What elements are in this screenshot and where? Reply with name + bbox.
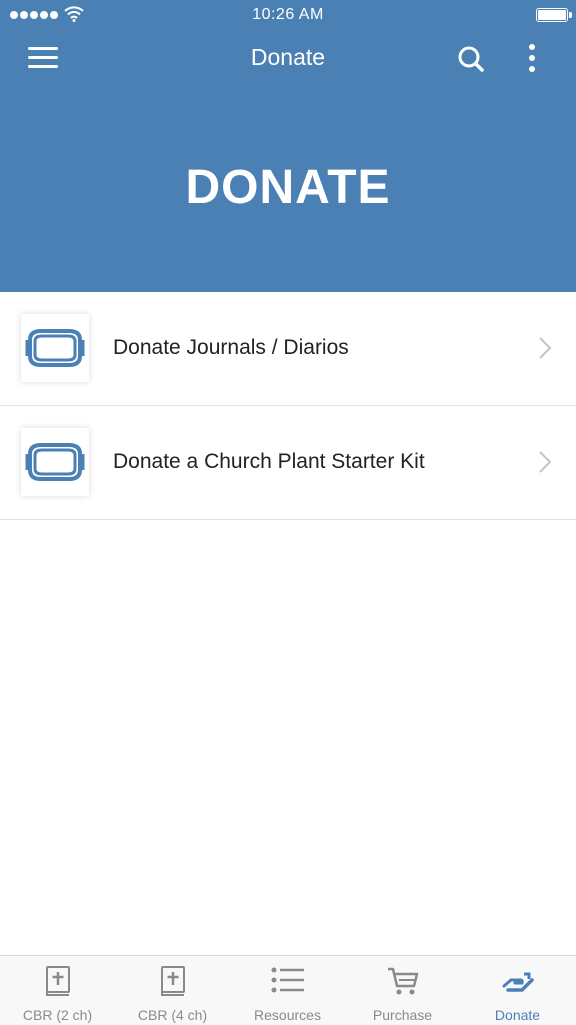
tab-cbr-2ch[interactable]: CBR (2 ch) (0, 956, 115, 1025)
tab-label: CBR (4 ch) (137, 1007, 208, 1023)
list-item-label: Donate a Church Plant Starter Kit (113, 450, 425, 473)
status-bar: 10:26 AM (0, 0, 576, 30)
tab-label: Donate (494, 1007, 541, 1023)
donate-card-icon (21, 314, 89, 382)
search-icon[interactable] (456, 44, 486, 74)
tab-label: Purchase (372, 1007, 433, 1023)
battery-icon (536, 8, 572, 22)
page-title: Donate (250, 44, 326, 70)
tab-donate[interactable]: Donate (460, 956, 575, 1025)
donate-list: Donate Journals / Diarios Donate a Churc… (0, 292, 576, 520)
donate-hand-icon (502, 972, 534, 992)
nav-bar: Donate (0, 30, 576, 86)
tab-resources[interactable]: Resources (230, 956, 345, 1025)
cart-icon (387, 967, 418, 995)
list-item-donate-journals[interactable]: Donate Journals / Diarios (0, 292, 576, 406)
bible-icon (45, 966, 70, 996)
tab-bar: CBR (2 ch) CBR (4 ch) Resources Purchase (0, 955, 576, 1025)
hero-title: DONATE (185, 161, 391, 214)
tab-label: Resources (254, 1007, 321, 1023)
list-item-donate-starter-kit[interactable]: Donate a Church Plant Starter Kit (0, 406, 576, 520)
status-time: 10:26 AM (252, 6, 324, 23)
list-item-label: Donate Journals / Diarios (113, 336, 349, 359)
chevron-right-icon (539, 451, 552, 473)
list-icon (271, 967, 304, 993)
chevron-right-icon (539, 337, 552, 359)
tab-purchase[interactable]: Purchase (345, 956, 460, 1025)
bible-icon (160, 966, 185, 996)
tab-cbr-4ch[interactable]: CBR (4 ch) (115, 956, 230, 1025)
donate-card-icon (21, 428, 89, 496)
tab-label: CBR (2 ch) (22, 1007, 93, 1023)
more-options-icon[interactable] (520, 42, 544, 76)
